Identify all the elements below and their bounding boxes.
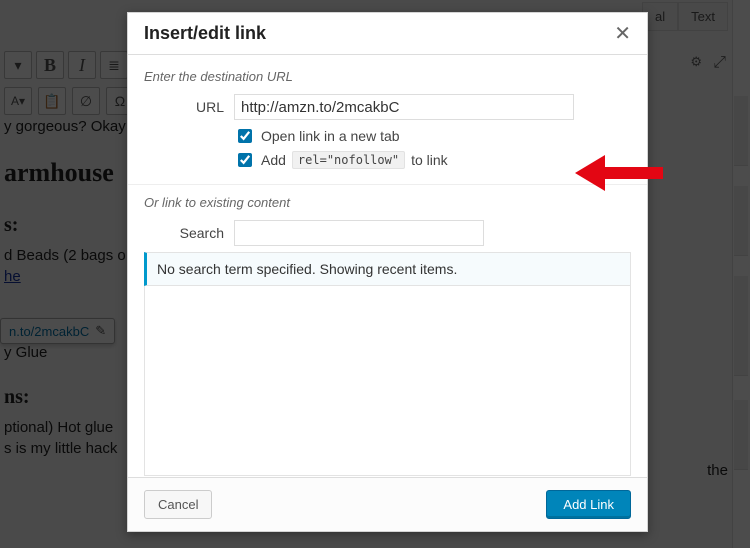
nofollow-code: rel="nofollow" — [292, 151, 405, 169]
modal-title: Insert/edit link — [144, 23, 266, 44]
url-input[interactable] — [234, 94, 574, 120]
search-label: Search — [144, 225, 224, 241]
nofollow-checkbox[interactable]: Add rel="nofollow" to link — [234, 150, 631, 170]
section-hint: Enter the destination URL — [144, 69, 631, 84]
new-tab-input[interactable] — [238, 129, 252, 143]
cancel-button[interactable]: Cancel — [144, 490, 212, 519]
search-input[interactable] — [234, 220, 484, 246]
new-tab-label: Open link in a new tab — [261, 128, 400, 144]
close-icon[interactable]: ✕ — [614, 24, 631, 44]
insert-link-modal: Insert/edit link ✕ Enter the destination… — [127, 12, 648, 532]
search-results-list[interactable] — [144, 286, 631, 476]
nofollow-label-pre: Add — [261, 152, 286, 168]
add-link-button[interactable]: Add Link — [546, 490, 631, 519]
nofollow-label-post: to link — [411, 152, 448, 168]
section-hint: Or link to existing content — [144, 195, 631, 210]
new-tab-checkbox[interactable]: Open link in a new tab — [234, 126, 631, 146]
search-results-hint: No search term specified. Showing recent… — [144, 252, 631, 286]
nofollow-input[interactable] — [238, 153, 252, 167]
url-label: URL — [144, 99, 224, 115]
